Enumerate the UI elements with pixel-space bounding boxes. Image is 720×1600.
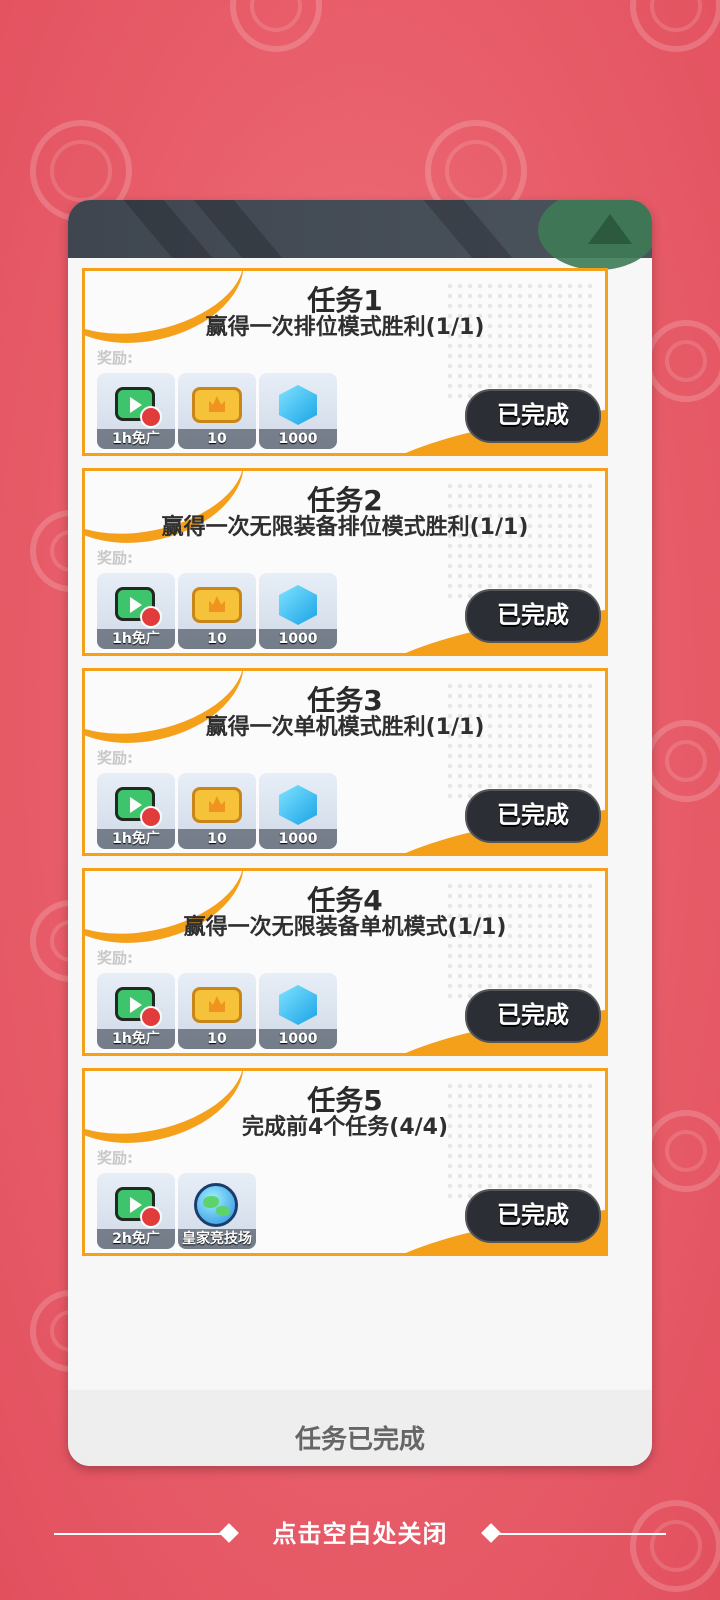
lightning-decoration bbox=[230, 0, 322, 52]
reward-list: 1h免广 10 1000 bbox=[97, 373, 337, 449]
ad-free-tv-icon bbox=[115, 987, 162, 1028]
reward-list: 1h免广 10 1000 bbox=[97, 573, 337, 649]
blue-gem-icon bbox=[279, 785, 317, 825]
reward-amount: 1000 bbox=[259, 629, 337, 649]
task-title: 任务5 bbox=[307, 1084, 383, 1117]
reward-label: 奖励: bbox=[97, 549, 133, 567]
no-ads-icon bbox=[140, 1006, 162, 1028]
reward-item[interactable]: 1000 bbox=[259, 773, 337, 849]
header-stripe bbox=[423, 200, 513, 258]
ad-free-tv-icon bbox=[115, 1187, 162, 1228]
header-stripe bbox=[123, 200, 213, 258]
reward-label: 奖励: bbox=[97, 349, 133, 367]
reward-amount: 1h免广 bbox=[97, 1029, 175, 1049]
completed-button[interactable]: 已完成 bbox=[465, 989, 601, 1043]
panel-header bbox=[68, 200, 652, 270]
reward-amount: 1000 bbox=[259, 429, 337, 449]
reward-amount: 1h免广 bbox=[97, 829, 175, 849]
reward-item[interactable]: 1h免广 bbox=[97, 573, 175, 649]
task-title: 任务4 bbox=[307, 884, 383, 917]
reward-item[interactable]: 1h免广 bbox=[97, 973, 175, 1049]
task-panel: 任务1 赢得一次排位模式胜利(1/1) 奖励: 1h免广 10 1000 已完成… bbox=[68, 200, 652, 1466]
reward-amount: 10 bbox=[178, 1029, 256, 1049]
reward-amount: 皇家竞技场 bbox=[178, 1229, 256, 1249]
task-description: 赢得一次单机模式胜利(1/1) bbox=[205, 715, 485, 740]
completed-button[interactable]: 已完成 bbox=[465, 1189, 601, 1243]
reward-item[interactable]: 1h免广 bbox=[97, 373, 175, 449]
task-title: 任务3 bbox=[307, 684, 383, 717]
no-ads-icon bbox=[140, 1206, 162, 1228]
reward-list: 2h免广 皇家竞技场 bbox=[97, 1173, 256, 1249]
completed-button[interactable]: 已完成 bbox=[465, 589, 601, 643]
gold-ticket-icon bbox=[192, 787, 242, 823]
reward-item[interactable]: 1000 bbox=[259, 373, 337, 449]
reward-item[interactable]: 10 bbox=[178, 973, 256, 1049]
task-card: 任务3 赢得一次单机模式胜利(1/1) 奖励: 1h免广 10 1000 已完成 bbox=[82, 668, 608, 856]
reward-label: 奖励: bbox=[97, 1149, 133, 1167]
task-description: 赢得一次无限装备单机模式(1/1) bbox=[183, 915, 507, 940]
reward-item[interactable]: 1000 bbox=[259, 973, 337, 1049]
reward-item[interactable]: 2h免广 bbox=[97, 1173, 175, 1249]
reward-item[interactable]: 10 bbox=[178, 573, 256, 649]
completed-button[interactable]: 已完成 bbox=[465, 389, 601, 443]
no-ads-icon bbox=[140, 606, 162, 628]
task-title: 任务1 bbox=[307, 284, 383, 317]
reward-label: 奖励: bbox=[97, 949, 133, 967]
gold-ticket-icon bbox=[192, 987, 242, 1023]
no-ads-icon bbox=[140, 806, 162, 828]
task-card: 任务4 赢得一次无限装备单机模式(1/1) 奖励: 1h免广 10 1000 已… bbox=[82, 868, 608, 1056]
triangle-icon bbox=[588, 214, 632, 244]
close-hint-row[interactable]: 点击空白处关闭 bbox=[0, 1516, 720, 1552]
ad-free-tv-icon bbox=[115, 387, 162, 428]
task-card: 任务1 赢得一次排位模式胜利(1/1) 奖励: 1h免广 10 1000 已完成 bbox=[82, 268, 608, 456]
reward-amount: 10 bbox=[178, 429, 256, 449]
reward-amount: 10 bbox=[178, 829, 256, 849]
gold-ticket-icon bbox=[192, 387, 242, 423]
blue-gem-icon bbox=[279, 585, 317, 625]
diamond-icon bbox=[219, 1523, 239, 1543]
task-description: 赢得一次无限装备排位模式胜利(1/1) bbox=[161, 515, 529, 540]
no-ads-icon bbox=[140, 406, 162, 428]
reward-label: 奖励: bbox=[97, 749, 133, 767]
footer-status: 任务已完成 bbox=[68, 1390, 652, 1466]
reward-item[interactable]: 1000 bbox=[259, 573, 337, 649]
task-card: 任务2 赢得一次无限装备排位模式胜利(1/1) 奖励: 1h免广 10 1000… bbox=[82, 468, 608, 656]
lightning-decoration bbox=[630, 0, 720, 52]
reward-amount: 1h免广 bbox=[97, 429, 175, 449]
blue-gem-icon bbox=[279, 985, 317, 1025]
task-list: 任务1 赢得一次排位模式胜利(1/1) 奖励: 1h免广 10 1000 已完成… bbox=[82, 268, 614, 1268]
reward-item[interactable]: 皇家竞技场 bbox=[178, 1173, 256, 1249]
lightning-decoration bbox=[645, 320, 720, 402]
reward-amount: 1000 bbox=[259, 829, 337, 849]
lightning-decoration bbox=[645, 720, 720, 802]
globe-arena-icon bbox=[194, 1183, 238, 1227]
reward-amount: 1h免广 bbox=[97, 629, 175, 649]
reward-list: 1h免广 10 1000 bbox=[97, 773, 337, 849]
task-card: 任务5 完成前4个任务(4/4) 奖励: 2h免广 皇家竞技场 已完成 bbox=[82, 1068, 608, 1256]
task-description: 完成前4个任务(4/4) bbox=[241, 1115, 449, 1140]
reward-item[interactable]: 10 bbox=[178, 373, 256, 449]
lightning-decoration bbox=[645, 1110, 720, 1192]
ad-free-tv-icon bbox=[115, 787, 162, 828]
reward-amount: 10 bbox=[178, 629, 256, 649]
reward-amount: 1000 bbox=[259, 1029, 337, 1049]
divider-line-left bbox=[54, 1533, 224, 1535]
blue-gem-icon bbox=[279, 385, 317, 425]
reward-item[interactable]: 1h免广 bbox=[97, 773, 175, 849]
ad-free-tv-icon bbox=[115, 587, 162, 628]
header-stripe bbox=[193, 200, 283, 258]
close-hint-text[interactable]: 点击空白处关闭 bbox=[273, 1520, 448, 1548]
reward-item[interactable]: 10 bbox=[178, 773, 256, 849]
reward-list: 1h免广 10 1000 bbox=[97, 973, 337, 1049]
divider-line-right bbox=[496, 1533, 666, 1535]
completed-button[interactable]: 已完成 bbox=[465, 789, 601, 843]
task-title: 任务2 bbox=[307, 484, 383, 517]
reward-amount: 2h免广 bbox=[97, 1229, 175, 1249]
task-description: 赢得一次排位模式胜利(1/1) bbox=[205, 315, 485, 340]
gold-ticket-icon bbox=[192, 587, 242, 623]
